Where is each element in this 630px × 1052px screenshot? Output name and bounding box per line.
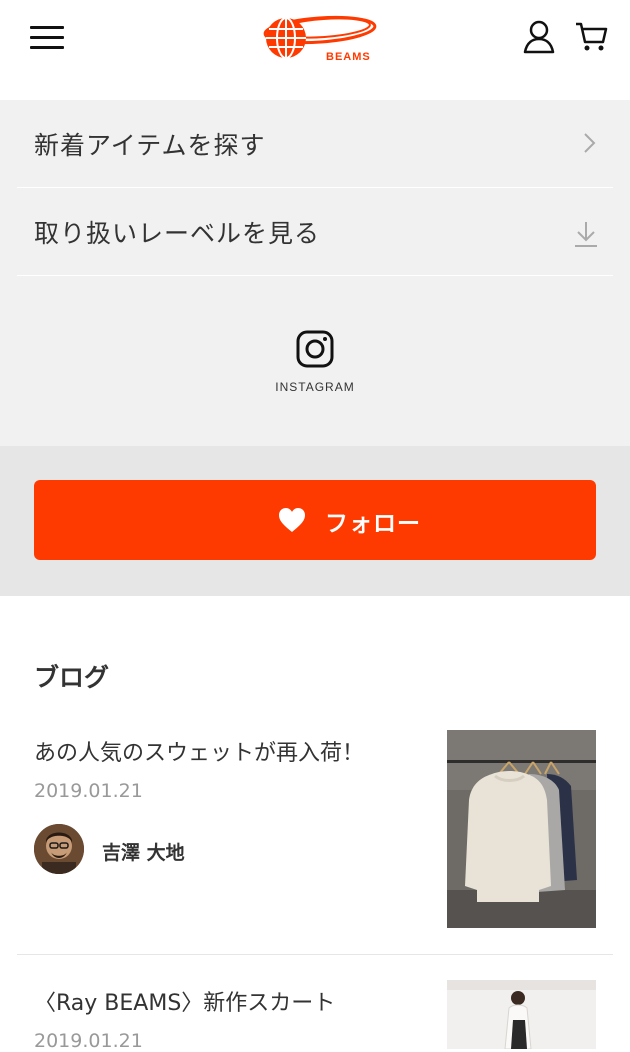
follow-button[interactable]: フォロー — [34, 480, 596, 560]
follow-label: フォロー — [325, 511, 421, 537]
download-icon — [575, 222, 597, 247]
cart-icon[interactable] — [575, 21, 609, 53]
blog-post-date: 2019.01.21 — [34, 780, 143, 802]
divider — [17, 954, 613, 955]
chevron-right-icon — [584, 133, 596, 153]
hamburger-menu-icon[interactable] — [30, 24, 64, 50]
nav-item-labels[interactable]: 取り扱いレーベルを見る — [17, 188, 613, 276]
blog-post-thumbnail — [447, 980, 596, 1049]
instagram-label: INSTAGRAM — [275, 380, 355, 394]
blog-post-author: 吉澤 大地 — [102, 842, 185, 864]
user-icon[interactable] — [523, 20, 555, 54]
nav-item-new-items[interactable]: 新着アイテムを探す — [17, 100, 613, 188]
logo-wordmark: BEAMS — [326, 51, 371, 63]
blog-post[interactable]: あの人気のスウェットが再入荷！ 2019.01.21 吉澤 大地 — [0, 730, 630, 935]
heart-icon — [279, 508, 305, 532]
avatar — [34, 824, 84, 874]
blog-heading: ブログ — [34, 663, 110, 692]
instagram-icon[interactable] — [296, 330, 334, 368]
blog-post-title: 〈Ray BEAMS〉新作スカート — [34, 991, 336, 1016]
blog-post-title: あの人気のスウェットが再入荷！ — [34, 741, 365, 766]
header: BEAMS — [0, 0, 630, 100]
nav-section: 新着アイテムを探す 取り扱いレーベルを見る INSTAGRAM — [0, 100, 630, 446]
blog-post-thumbnail — [447, 730, 596, 928]
nav-item-label: 新着アイテムを探す — [34, 131, 266, 160]
follow-section: フォロー — [0, 446, 630, 596]
blog-post[interactable]: 〈Ray BEAMS〉新作スカート 2019.01.21 — [0, 980, 630, 1052]
nav-item-label: 取り扱いレーベルを見る — [34, 219, 321, 248]
